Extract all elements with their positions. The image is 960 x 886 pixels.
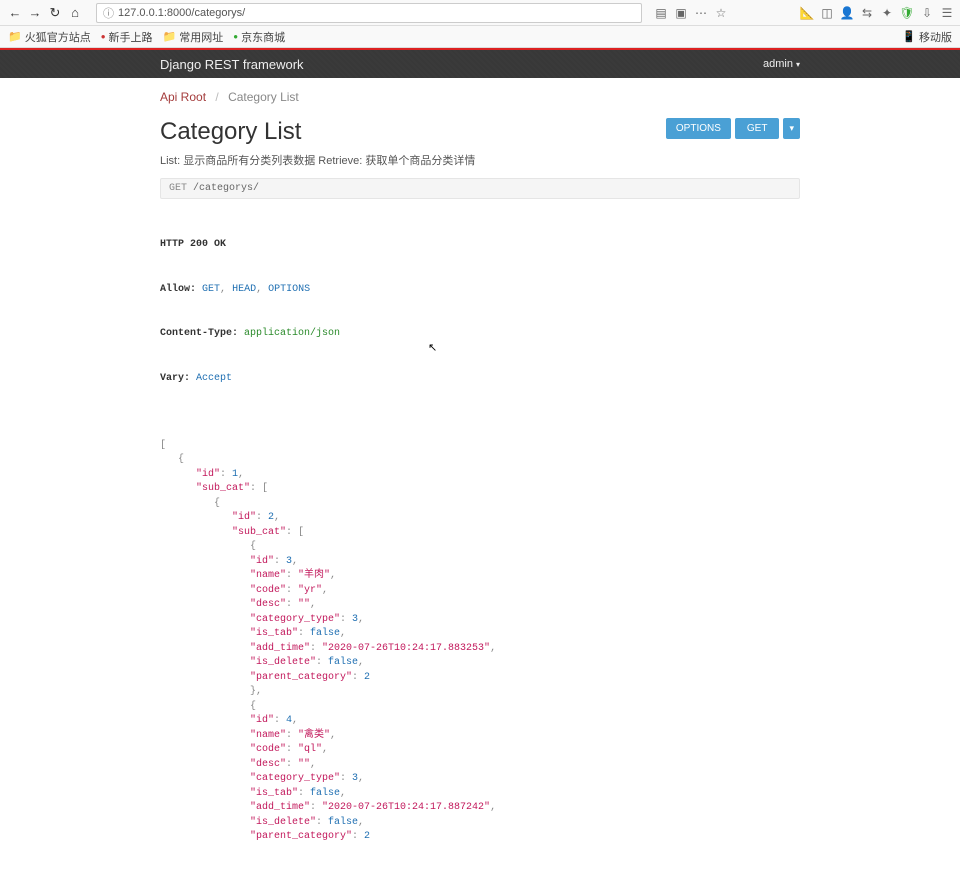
mobile-icon: 📱 [902,30,916,43]
chevron-down-icon: ▾ [796,60,800,69]
options-button[interactable]: OPTIONS [666,118,731,139]
get-button[interactable]: GET [735,118,780,139]
menu-icon[interactable]: ☰ [940,6,954,20]
download-icon[interactable]: ⇩ [920,6,934,20]
main-content: Api Root / Category List Category List O… [160,78,800,886]
bookmark-item[interactable]: ●京东商城 [233,29,285,45]
bookmark-item[interactable]: 📁常用网址 [163,29,224,45]
sidebar-icon[interactable]: ◫ [820,6,834,20]
brand-link[interactable]: Django REST framework [160,57,304,72]
url-text: 127.0.0.1:8000/categorys/ [118,7,245,19]
page-title: Category List [160,118,301,146]
bookmark-bar: 📁火狐官方站点 ●新手上路 📁常用网址 ●京东商城 📱移动版 [0,26,960,48]
bookmark-item[interactable]: ●新手上路 [101,29,153,45]
back-icon[interactable]: ← [6,4,24,22]
info-icon: ⓘ [103,5,114,21]
drf-header: Django REST framework admin ▾ [0,48,960,78]
browser-ext-icons: 📐 ◫ 👤 ⇆ ✦ 🛡 ⇩ ☰ [800,6,954,20]
bookmark-item[interactable]: 📁火狐官方站点 [8,29,91,45]
status-line: HTTP 200 OK [160,239,226,250]
request-method: GET [169,183,187,194]
nav-buttons: ← → ↻ ⌂ [6,4,84,22]
get-dropdown-button[interactable]: ▾ [783,118,800,139]
more-icon[interactable]: ⋯ [694,6,708,20]
reader-icon[interactable]: ▤ [654,6,668,20]
ext2-icon[interactable]: ✦ [880,6,894,20]
qr-icon[interactable]: ▣ [674,6,688,20]
browser-toolbar: ← → ↻ ⌂ ⓘ 127.0.0.1:8000/categorys/ ▤ ▣ … [0,0,960,26]
star-icon[interactable]: ☆ [714,6,728,20]
folder-icon: 📁 [8,30,22,43]
reload-icon[interactable]: ↻ [46,4,64,22]
response-block: HTTP 200 OK Allow: GET, HEAD, OPTIONS Co… [160,209,800,874]
breadcrumb-root[interactable]: Api Root [160,90,206,104]
shield-icon[interactable]: 🛡 [900,6,914,20]
sync-icon[interactable]: 👤 [840,6,854,20]
dot-icon: ● [101,32,106,41]
dot-icon: ● [233,32,238,41]
folder-icon: 📁 [163,30,177,43]
json-body: [{"id": 1,"sub_cat": [{"id": 2,"sub_cat"… [160,439,800,845]
breadcrumb-sep: / [215,90,218,104]
user-menu[interactable]: admin ▾ [763,58,800,70]
forward-icon[interactable]: → [26,4,44,22]
library-icon[interactable]: 📐 [800,6,814,20]
page-subtitle: List: 显示商品所有分类列表数据 Retrieve: 获取单个商品分类详情 [160,152,800,168]
breadcrumb-current: Category List [228,90,299,104]
title-row: Category List OPTIONS GET ▾ [160,118,800,146]
breadcrumb: Api Root / Category List [160,90,800,104]
home-icon[interactable]: ⌂ [66,4,84,22]
ext1-icon[interactable]: ⇆ [860,6,874,20]
address-bar[interactable]: ⓘ 127.0.0.1:8000/categorys/ [96,3,642,23]
action-buttons: OPTIONS GET ▾ [666,118,800,139]
request-box: GET/categorys/ [160,178,800,199]
url-right-icons: ▤ ▣ ⋯ ☆ [654,6,728,20]
request-path: /categorys/ [193,183,259,194]
bookmark-mobile[interactable]: 📱移动版 [902,29,952,45]
